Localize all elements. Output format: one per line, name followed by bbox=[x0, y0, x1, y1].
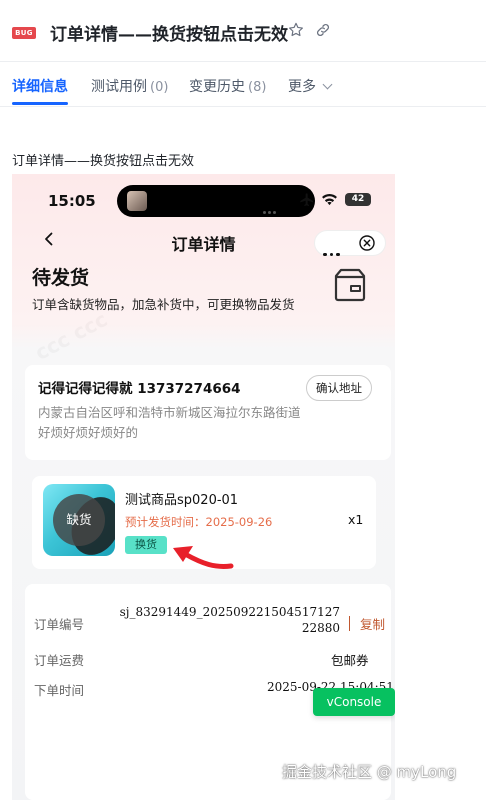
shipping-fee-value: 包邮券 bbox=[331, 653, 369, 668]
package-icon bbox=[334, 268, 366, 302]
more-icon[interactable] bbox=[323, 241, 343, 256]
issue-title: 订单详情——换货按钮点击无效 bbox=[50, 25, 288, 45]
tab-test-cases[interactable]: 测试用例 (0) bbox=[91, 76, 168, 96]
red-arrow-annotation bbox=[173, 546, 234, 569]
product-name: 测试商品sp020-01 bbox=[125, 493, 239, 508]
attached-screenshot: ccc ccc ccc ccc 15:05 42 订单详情 待发货 订单含缺货物… bbox=[12, 174, 395, 800]
bug-type-badge: BUG bbox=[12, 27, 36, 39]
tab-label: 测试用例 bbox=[91, 79, 147, 95]
miniapp-capsule bbox=[314, 230, 386, 256]
address-detail: 内蒙古自治区呼和浩特市新城区海拉尔东路街道好烦好烦好烦好的 bbox=[38, 405, 301, 440]
tab-label: 详细信息 bbox=[12, 79, 68, 95]
tab-history[interactable]: 变更历史 (8) bbox=[189, 76, 266, 96]
site-watermark: 掘金技术社区 @ myLong bbox=[282, 763, 457, 781]
close-icon[interactable] bbox=[359, 235, 375, 251]
out-of-stock-badge: 缺货 bbox=[53, 494, 105, 546]
order-status-desc: 订单含缺货物品，加急补货中，可更换物品发货 bbox=[32, 297, 295, 312]
chevron-down-icon bbox=[322, 79, 333, 90]
order-no-value: sj_83291449_20250922150451712722880 bbox=[119, 605, 340, 635]
tab-bar: 详细信息 测试用例 (0) 变更历史 (8) 更多 bbox=[0, 62, 486, 107]
tab-more[interactable]: 更多 bbox=[288, 76, 333, 96]
tab-count: (8) bbox=[248, 80, 267, 95]
tab-label: 更多 bbox=[288, 79, 316, 95]
tab-count: (0) bbox=[150, 80, 169, 95]
address-card: 记得记得记得就 13737274664 内蒙古自治区呼和浩特市新城区海拉尔东路街… bbox=[25, 365, 391, 460]
star-icon[interactable] bbox=[287, 21, 305, 39]
island-dots-icon bbox=[263, 199, 279, 214]
recipient-name-phone: 记得记得记得就 13737274664 bbox=[38, 381, 241, 397]
divider bbox=[349, 616, 350, 631]
vconsole-button[interactable]: vConsole bbox=[313, 688, 395, 716]
product-quantity: x1 bbox=[348, 512, 364, 527]
exchange-button[interactable]: 换货 bbox=[125, 536, 167, 554]
status-time: 15:05 bbox=[48, 192, 96, 210]
avatar bbox=[127, 191, 147, 211]
active-tab-indicator bbox=[12, 102, 68, 105]
issue-header: BUG 订单详情——换货按钮点击无效 bbox=[0, 0, 486, 62]
dynamic-island bbox=[117, 185, 315, 217]
tab-details[interactable]: 详细信息 bbox=[12, 76, 68, 96]
tab-label: 变更历史 bbox=[189, 79, 245, 95]
product-image: 缺货 bbox=[43, 484, 115, 556]
description-text: 订单详情——换货按钮点击无效 bbox=[12, 154, 195, 169]
wifi-icon bbox=[322, 194, 337, 206]
order-no-label: 订单编号 bbox=[34, 617, 85, 632]
order-status-title: 待发货 bbox=[32, 267, 90, 289]
confirm-address-button[interactable]: 确认地址 bbox=[306, 375, 372, 401]
airplane-icon bbox=[300, 193, 313, 206]
shipping-fee-label: 订单运费 bbox=[34, 653, 85, 668]
link-icon[interactable] bbox=[315, 22, 331, 38]
estimated-ship-time: 预计发货时间：2025-09-26 bbox=[125, 515, 273, 529]
order-time-label: 下单时间 bbox=[34, 683, 85, 698]
battery-indicator: 42 bbox=[345, 193, 371, 206]
copy-order-no-button[interactable]: 复制 bbox=[360, 614, 385, 633]
